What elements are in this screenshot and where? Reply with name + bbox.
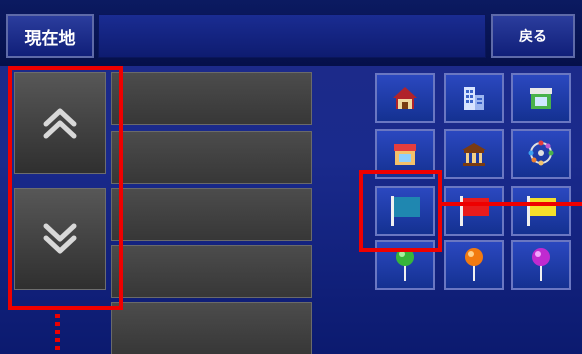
callout-dot xyxy=(55,322,60,326)
callout-dot xyxy=(55,314,60,318)
storefront-icon xyxy=(394,144,416,165)
list-item[interactable] xyxy=(111,302,312,354)
ferris-wheel-icon xyxy=(528,140,554,166)
pin-purple-icon xyxy=(532,248,550,281)
callout-line xyxy=(442,202,582,206)
list-item[interactable] xyxy=(111,131,312,184)
title-area xyxy=(98,14,486,58)
list-item[interactable] xyxy=(111,188,312,241)
navigation-screen: 現在地 戻る xyxy=(0,0,582,354)
flag-highlight-box xyxy=(359,170,442,252)
category-pin-orange-button[interactable] xyxy=(444,240,504,290)
scroll-highlight-box xyxy=(8,66,123,310)
house-icon xyxy=(393,87,417,109)
category-bank-button[interactable] xyxy=(444,129,504,179)
callout-dot xyxy=(55,338,60,342)
category-house-button[interactable] xyxy=(375,73,435,123)
category-pin-purple-button[interactable] xyxy=(511,240,571,290)
callout-dot xyxy=(55,330,60,334)
pin-orange-icon xyxy=(465,248,483,281)
shop-icon xyxy=(530,88,552,109)
top-bar: 現在地 戻る xyxy=(0,0,582,66)
category-ferris-wheel-button[interactable] xyxy=(511,129,571,179)
list-item[interactable] xyxy=(111,245,312,298)
category-shop-button[interactable] xyxy=(511,73,571,123)
category-flag-yellow-button[interactable] xyxy=(511,186,571,236)
callout-dot xyxy=(55,346,60,350)
category-flag-red-button[interactable] xyxy=(444,186,504,236)
building-icon xyxy=(464,87,484,110)
bank-icon xyxy=(462,143,486,166)
flag-yellow-icon xyxy=(527,196,556,226)
list-item[interactable] xyxy=(111,72,312,125)
back-button[interactable]: 戻る xyxy=(491,14,575,58)
current-location-button[interactable]: 現在地 xyxy=(6,14,94,58)
flag-red-icon xyxy=(460,196,489,226)
category-building-button[interactable] xyxy=(444,73,504,123)
